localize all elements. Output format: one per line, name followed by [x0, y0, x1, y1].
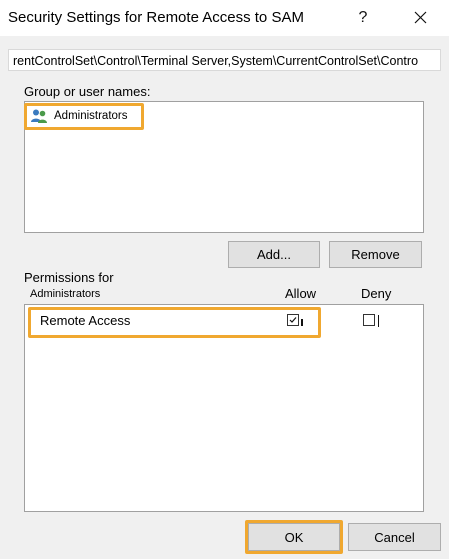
deny-column-header: Deny [361, 286, 392, 301]
group-names-label: Group or user names: [24, 84, 151, 99]
permissions-principal: Administrators [30, 288, 101, 300]
cursor-caret [378, 315, 379, 327]
highlight-remote-access [28, 307, 321, 338]
object-path-field[interactable]: rentControlSet\Control\Terminal Server,S… [8, 49, 441, 71]
close-icon [414, 11, 426, 24]
allow-column-header: Allow [285, 286, 317, 301]
close-button[interactable] [403, 4, 437, 32]
highlight-administrators [24, 103, 144, 130]
permissions-for-label: Permissions for [24, 270, 114, 285]
deny-checkbox-remote-access[interactable] [363, 314, 375, 326]
help-button[interactable]: ? [348, 4, 378, 32]
title-bar: Security Settings for Remote Access to S… [0, 0, 449, 36]
remove-button[interactable]: Remove [329, 241, 422, 268]
highlight-ok [245, 520, 343, 554]
dialog-title: Security Settings for Remote Access to S… [8, 9, 304, 26]
add-button[interactable]: Add... [228, 241, 320, 268]
cancel-button[interactable]: Cancel [348, 523, 441, 551]
